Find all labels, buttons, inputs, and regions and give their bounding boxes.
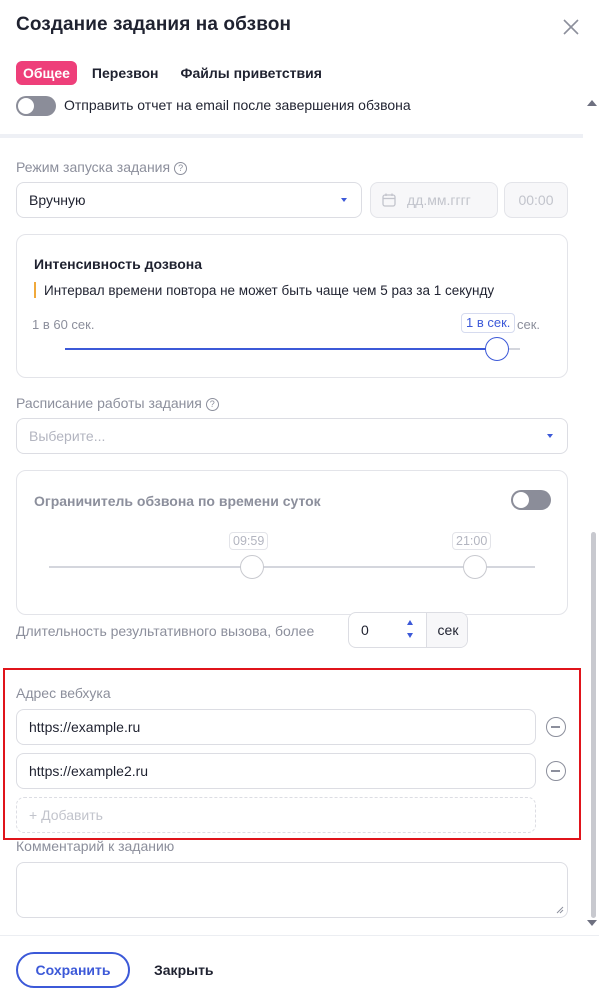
tab-bar: Общее Перезвон Файлы приветствия — [16, 61, 337, 85]
start-time-input[interactable]: 00:00 — [504, 182, 568, 218]
duration-value[interactable]: 0 — [361, 613, 369, 647]
resize-grip-icon[interactable] — [556, 906, 564, 914]
increment-icon[interactable] — [407, 620, 413, 625]
dialog-header: Создание задания на обзвон — [0, 0, 599, 56]
start-date-input[interactable]: дд.мм.гггг — [370, 182, 498, 218]
time-limit-toggle[interactable] — [511, 490, 551, 510]
end-time-tooltip: 21:00 — [452, 532, 492, 550]
scroll-down-icon[interactable] — [586, 918, 598, 928]
webhook-url-input[interactable]: https://example.ru — [16, 709, 536, 745]
webhook-url-value: https://example.ru — [29, 719, 141, 735]
close-button[interactable]: Закрыть — [146, 952, 222, 988]
slider-fill — [65, 348, 498, 350]
tab-general[interactable]: Общее — [16, 61, 77, 85]
duration-label: Длительность результативного вызова, бол… — [16, 623, 315, 639]
decrement-icon[interactable] — [407, 633, 413, 638]
section-divider — [0, 134, 583, 138]
time-limit-title: Ограничитель обзвона по времени суток — [34, 493, 321, 509]
comment-textarea[interactable] — [16, 862, 568, 918]
launch-mode-select[interactable]: Вручную — [16, 182, 362, 218]
chevron-down-icon — [547, 434, 553, 438]
time-range-end-handle[interactable] — [463, 555, 487, 579]
add-webhook-button[interactable]: + Добавить — [16, 797, 536, 833]
remove-circle-icon[interactable] — [546, 717, 566, 737]
slider-min-label: 1 в 60 сек. — [32, 317, 95, 332]
report-label: Отправить отчет на email после завершени… — [64, 97, 411, 113]
webhook-url-value: https://example2.ru — [29, 763, 149, 779]
scroll-up-icon[interactable] — [586, 98, 598, 108]
intensity-title: Интенсивность дозвона — [34, 256, 203, 272]
calendar-icon — [382, 193, 396, 207]
launch-mode-label: Режим запуска задания? — [16, 159, 188, 175]
launch-mode-label-text: Режим запуска задания — [16, 159, 171, 175]
intensity-note: Интервал времени повтора не может быть ч… — [44, 283, 495, 298]
webhook-label: Адрес вебхука — [16, 685, 111, 701]
toggle-knob — [18, 98, 34, 114]
dialog-title: Создание задания на обзвон — [16, 14, 292, 35]
time-limit-card: Ограничитель обзвона по времени суток 09… — [16, 470, 568, 615]
save-button[interactable]: Сохранить — [16, 952, 130, 988]
tab-greeting-files[interactable]: Файлы приветствия — [174, 61, 329, 85]
note-bar — [34, 282, 36, 298]
launch-mode-value: Вручную — [29, 192, 86, 208]
schedule-label-text: Расписание работы задания — [16, 395, 202, 411]
toggle-knob — [513, 492, 529, 508]
schedule-label: Расписание работы задания? — [16, 395, 219, 411]
close-icon[interactable] — [560, 16, 582, 38]
slider-max-label: сек. — [517, 317, 541, 332]
slider-value-tooltip: 1 в сек. — [461, 313, 516, 333]
start-time-tooltip: 09:59 — [229, 532, 269, 550]
time-range-start-handle[interactable] — [240, 555, 264, 579]
duration-unit: сек — [426, 613, 467, 647]
form-content: Отправить отчет на email после завершени… — [0, 92, 599, 935]
help-icon[interactable]: ? — [205, 398, 219, 411]
schedule-select[interactable]: Выберите... — [16, 418, 568, 454]
schedule-placeholder: Выберите... — [29, 428, 106, 444]
help-icon[interactable]: ? — [174, 162, 188, 175]
scrollbar-thumb[interactable] — [591, 532, 596, 918]
comment-label: Комментарий к заданию — [16, 838, 175, 854]
slider-handle[interactable] — [485, 337, 510, 361]
webhook-url-input[interactable]: https://example2.ru — [16, 753, 536, 789]
duration-stepper: 0 сек — [348, 612, 468, 648]
dialog-footer: Сохранить Закрыть — [0, 935, 599, 1003]
time-placeholder: 00:00 — [518, 192, 554, 208]
date-placeholder: дд.мм.гггг — [407, 192, 471, 208]
report-toggle[interactable] — [16, 96, 56, 116]
remove-circle-icon[interactable] — [546, 761, 566, 781]
tab-callback[interactable]: Перезвон — [85, 61, 166, 85]
intensity-card: Интенсивность дозвона Интервал времени п… — [16, 234, 568, 378]
chevron-down-icon — [341, 198, 347, 202]
